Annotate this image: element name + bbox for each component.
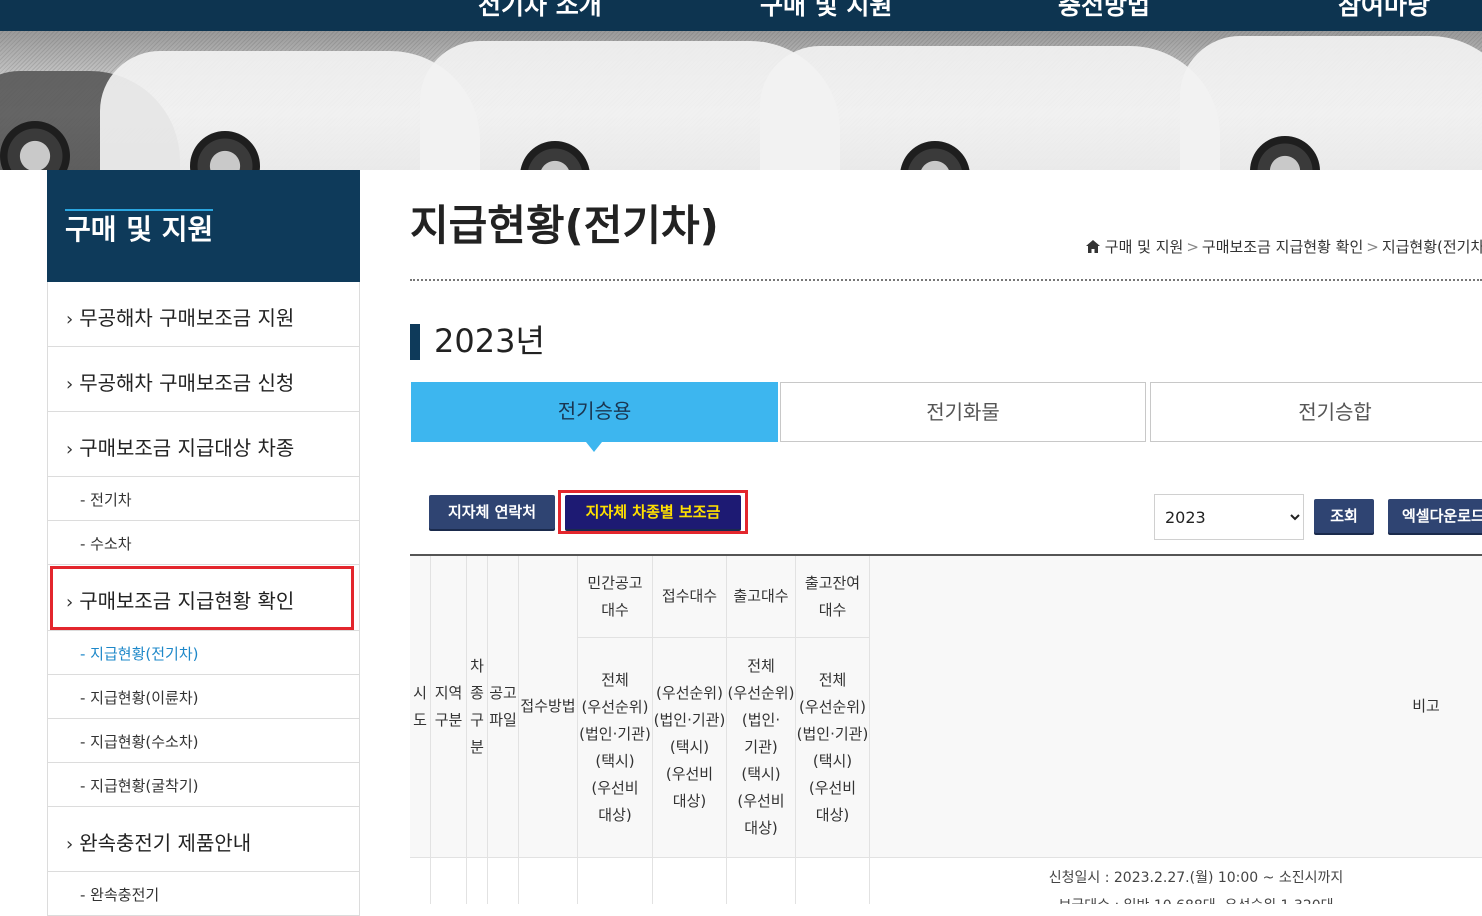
table-cell bbox=[410, 858, 431, 904]
remarks-notes: 신청일시 : 2023.2.27.(월) 10:00 ~ 소진시까지 보급대수 … bbox=[870, 864, 1482, 904]
year-heading: 2023년 bbox=[410, 322, 545, 360]
table-cell bbox=[796, 858, 870, 904]
sidebar-title: 구매 및 지원 bbox=[47, 170, 360, 282]
payment-status-table: 시도 지역구분 차종구분 공고파일 접수방법 민간공고대수 접수대수 출고대수 … bbox=[410, 554, 1482, 904]
nav-item-purchase-support[interactable]: 구매 및 지원 bbox=[760, 0, 892, 22]
chevron-right-icon: › bbox=[66, 834, 74, 855]
header-private-notice: 민간공고대수 bbox=[578, 556, 653, 638]
table-cell bbox=[578, 858, 653, 904]
header-region: 지역구분 bbox=[431, 556, 467, 858]
subheader-private-notice: 전체 (우선순위) (법인·기관) (택시) (우선비대상) bbox=[578, 638, 653, 858]
breadcrumb-item[interactable]: 구매 및 지원 bbox=[1105, 238, 1184, 256]
header-method: 접수방법 bbox=[519, 556, 578, 858]
search-button[interactable]: 조회 bbox=[1314, 499, 1374, 533]
header-remarks: 비고 bbox=[870, 556, 1482, 858]
breadcrumb-item[interactable]: 지급현황(전기차) bbox=[1382, 238, 1482, 256]
sidebar-item-payment-status[interactable]: › 구매보조금 지급현황 확인 bbox=[47, 565, 360, 631]
subheader-received: (우선순위) (법인·기관) (택시) (우선비대상) bbox=[653, 638, 727, 858]
tab-passenger[interactable]: 전기승용 bbox=[411, 382, 778, 442]
sidebar-item-subsidy-application[interactable]: › 무공해차 구매보조금 신청 bbox=[47, 347, 360, 412]
tab-cargo[interactable]: 전기화물 bbox=[780, 382, 1146, 442]
sidebar-item-subsidy-support[interactable]: › 무공해차 구매보조금 지원 bbox=[47, 282, 360, 347]
chevron-right-icon: > bbox=[1186, 238, 1199, 256]
sidebar-subitem-ev[interactable]: - 전기차 bbox=[47, 477, 360, 521]
table-cell bbox=[431, 858, 467, 904]
excel-download-button[interactable]: 엑셀다운로드 bbox=[1388, 499, 1482, 533]
year-select[interactable]: 2023 bbox=[1154, 494, 1304, 540]
remarks-line: 신청일시 : 2023.2.27.(월) 10:00 ~ 소진시까지 bbox=[1048, 870, 1344, 886]
sidebar-subitem-status-motorcycle[interactable]: - 지급현황(이륜차) bbox=[47, 675, 360, 719]
active-tab-indicator bbox=[586, 442, 602, 452]
header-car-type: 차종구분 bbox=[467, 556, 488, 858]
sidebar-subitem-status-hydrogen[interactable]: - 지급현황(수소차) bbox=[47, 719, 360, 763]
chevron-right-icon: › bbox=[66, 439, 74, 460]
sidebar-item-slow-charger[interactable]: › 완속충전기 제품안내 bbox=[47, 807, 360, 872]
table-cell bbox=[488, 858, 519, 904]
table-cell bbox=[467, 858, 488, 904]
home-icon[interactable] bbox=[1086, 240, 1100, 253]
table-cell bbox=[653, 858, 727, 904]
header-received: 접수대수 bbox=[653, 556, 727, 638]
breadcrumb: 구매 및 지원 > 구매보조금 지급현황 확인 > 지급현황(전기차) bbox=[1086, 236, 1482, 257]
header-shipped: 출고대수 bbox=[727, 556, 796, 638]
tab-bus[interactable]: 전기승합 bbox=[1150, 382, 1482, 442]
table-cell bbox=[519, 858, 578, 904]
page-title: 지급현황(전기차) bbox=[410, 201, 719, 250]
nav-item-ev-intro[interactable]: 전기차 소개 bbox=[478, 0, 602, 22]
sidebar-item-eligible-models[interactable]: › 구매보조금 지급대상 차종 bbox=[47, 412, 360, 477]
header-notice-file: 공고파일 bbox=[488, 556, 519, 858]
sidebar-subitem-hydrogen[interactable]: - 수소차 bbox=[47, 521, 360, 565]
chevron-right-icon: › bbox=[66, 309, 74, 330]
remarks-line: 보급대수 : 일반 10,688대, 우선순위 1,320대 bbox=[870, 892, 1482, 904]
sidebar: 구매 및 지원 › 무공해차 구매보조금 지원 › 무공해차 구매보조금 신청 › 구… bbox=[47, 170, 360, 916]
chevron-right-icon: > bbox=[1366, 238, 1379, 256]
nav-item-charging[interactable]: 충전방법 bbox=[1058, 0, 1150, 22]
top-navigation: 전기차 소개 구매 및 지원 충전방법 참여마당 bbox=[0, 0, 1482, 31]
header-banner-image bbox=[0, 31, 1482, 170]
sidebar-subitem-status-ev[interactable]: - 지급현황(전기차) bbox=[47, 631, 360, 675]
contacts-button[interactable]: 지자체 연락처 bbox=[429, 495, 555, 529]
subsidy-by-model-button[interactable]: 지자체 차종별 보조금 bbox=[565, 495, 741, 529]
sidebar-subitem-slow-charger[interactable]: - 완속충전기 bbox=[47, 872, 360, 916]
chevron-right-icon: › bbox=[66, 374, 74, 395]
subheader-shipped-remaining: 전체 (우선순위) (법인·기관) (택시) (우선비대상) bbox=[796, 638, 870, 858]
header-shipped-remaining: 출고잔여대수 bbox=[796, 556, 870, 638]
chevron-right-icon: › bbox=[66, 592, 74, 613]
header-sido: 시도 bbox=[410, 556, 431, 858]
divider bbox=[410, 279, 1482, 281]
sidebar-subitem-status-excavator[interactable]: - 지급현황(굴착기) bbox=[47, 763, 360, 807]
breadcrumb-item[interactable]: 구매보조금 지급현황 확인 bbox=[1202, 238, 1363, 256]
nav-item-participation[interactable]: 참여마당 bbox=[1338, 0, 1430, 22]
subheader-shipped: 전체 (우선순위) (법인·기관) (택시) (우선비대상) bbox=[727, 638, 796, 858]
table-cell bbox=[727, 858, 796, 904]
